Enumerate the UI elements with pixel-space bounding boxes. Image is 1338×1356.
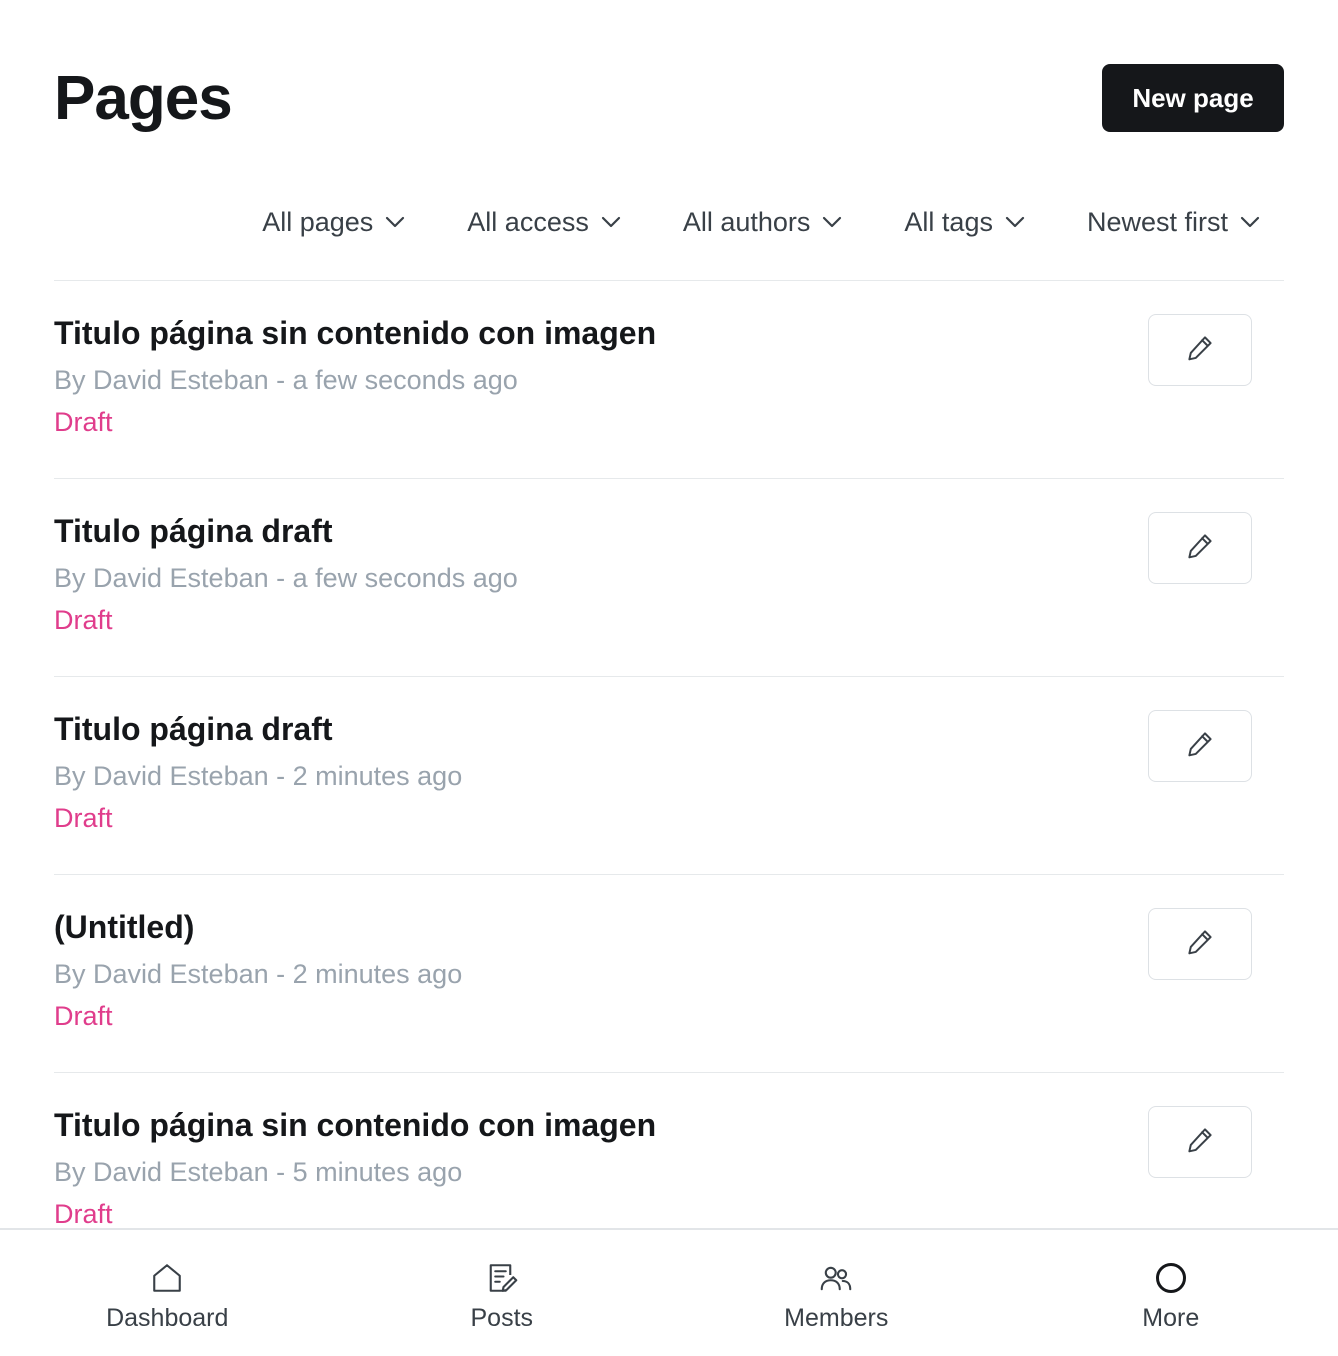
edit-button[interactable] <box>1148 512 1252 584</box>
nav-label: More <box>1142 1304 1200 1332</box>
pencil-icon <box>1183 331 1217 370</box>
list-item[interactable]: Titulo página sin contenido con imagen B… <box>54 281 1284 479</box>
filter-label: All pages <box>262 206 374 237</box>
more-circle-icon <box>1153 1260 1189 1296</box>
pencil-icon <box>1183 925 1217 964</box>
filter-type-dropdown[interactable]: All pages <box>262 207 405 238</box>
status-badge: Draft <box>54 803 113 833</box>
page-item-title: Titulo página draft <box>54 513 333 549</box>
filter-label: All access <box>467 206 589 237</box>
filter-tags-dropdown[interactable]: All tags <box>904 207 1025 238</box>
page-item-title: Titulo página draft <box>54 711 333 747</box>
page-item-meta: By David Esteban - a few seconds ago <box>54 563 518 593</box>
nav-label: Members <box>784 1304 889 1332</box>
page-item-meta: By David Esteban - 5 minutes ago <box>54 1157 463 1187</box>
status-badge: Draft <box>54 1001 113 1031</box>
bottom-nav: Dashboard Posts Members More <box>0 1228 1338 1356</box>
status-badge: Draft <box>54 605 113 635</box>
chevron-down-icon <box>1240 215 1260 229</box>
chevron-down-icon <box>1005 215 1025 229</box>
edit-button[interactable] <box>1148 908 1252 980</box>
chevron-down-icon <box>822 215 842 229</box>
filter-access-dropdown[interactable]: All access <box>467 207 621 238</box>
chevron-down-icon <box>601 215 621 229</box>
page-item-meta: By David Esteban - 2 minutes ago <box>54 959 463 989</box>
edit-button[interactable] <box>1148 710 1252 782</box>
edit-button[interactable] <box>1148 314 1252 386</box>
status-badge: Draft <box>54 1199 113 1229</box>
filter-label: All authors <box>682 206 811 237</box>
status-badge: Draft <box>54 407 113 437</box>
page-item-title: Titulo página sin contenido con imagen <box>54 315 657 351</box>
new-page-button[interactable]: New page <box>1102 64 1284 132</box>
nav-posts[interactable]: Posts <box>335 1230 670 1356</box>
list-item[interactable]: Titulo página draft By David Esteban - a… <box>54 479 1284 677</box>
page-item-title: Titulo página sin contenido con imagen <box>54 1107 657 1143</box>
page-title: Pages <box>54 63 233 133</box>
pencil-icon <box>1183 1123 1217 1162</box>
nav-more[interactable]: More <box>1004 1230 1338 1356</box>
pages-screen: Pages New page All pages All access All … <box>0 0 1338 1356</box>
filter-bar: All pages All access All authors All tag… <box>262 196 1260 248</box>
posts-icon <box>484 1260 520 1296</box>
filter-label: All tags <box>904 206 993 237</box>
list-item[interactable]: (Untitled) By David Esteban - 2 minutes … <box>54 875 1284 1073</box>
page-header: Pages New page <box>54 63 1284 133</box>
list-item[interactable]: Titulo página draft By David Esteban - 2… <box>54 677 1284 875</box>
filter-authors-dropdown[interactable]: All authors <box>683 207 843 238</box>
page-item-meta: By David Esteban - a few seconds ago <box>54 365 518 395</box>
home-icon <box>149 1260 185 1296</box>
page-item-meta: By David Esteban - 2 minutes ago <box>54 761 463 791</box>
pencil-icon <box>1183 727 1217 766</box>
page-item-title: (Untitled) <box>54 909 195 945</box>
edit-button[interactable] <box>1148 1106 1252 1178</box>
filter-label: Newest first <box>1086 206 1228 237</box>
pages-list: Titulo página sin contenido con imagen B… <box>54 280 1284 1271</box>
nav-dashboard[interactable]: Dashboard <box>0 1230 335 1356</box>
sort-order-dropdown[interactable]: Newest first <box>1087 207 1260 238</box>
nav-label: Posts <box>470 1304 534 1332</box>
nav-members[interactable]: Members <box>669 1230 1004 1356</box>
chevron-down-icon <box>385 215 405 229</box>
members-icon <box>818 1260 854 1296</box>
nav-label: Dashboard <box>106 1304 229 1332</box>
pencil-icon <box>1183 529 1217 568</box>
